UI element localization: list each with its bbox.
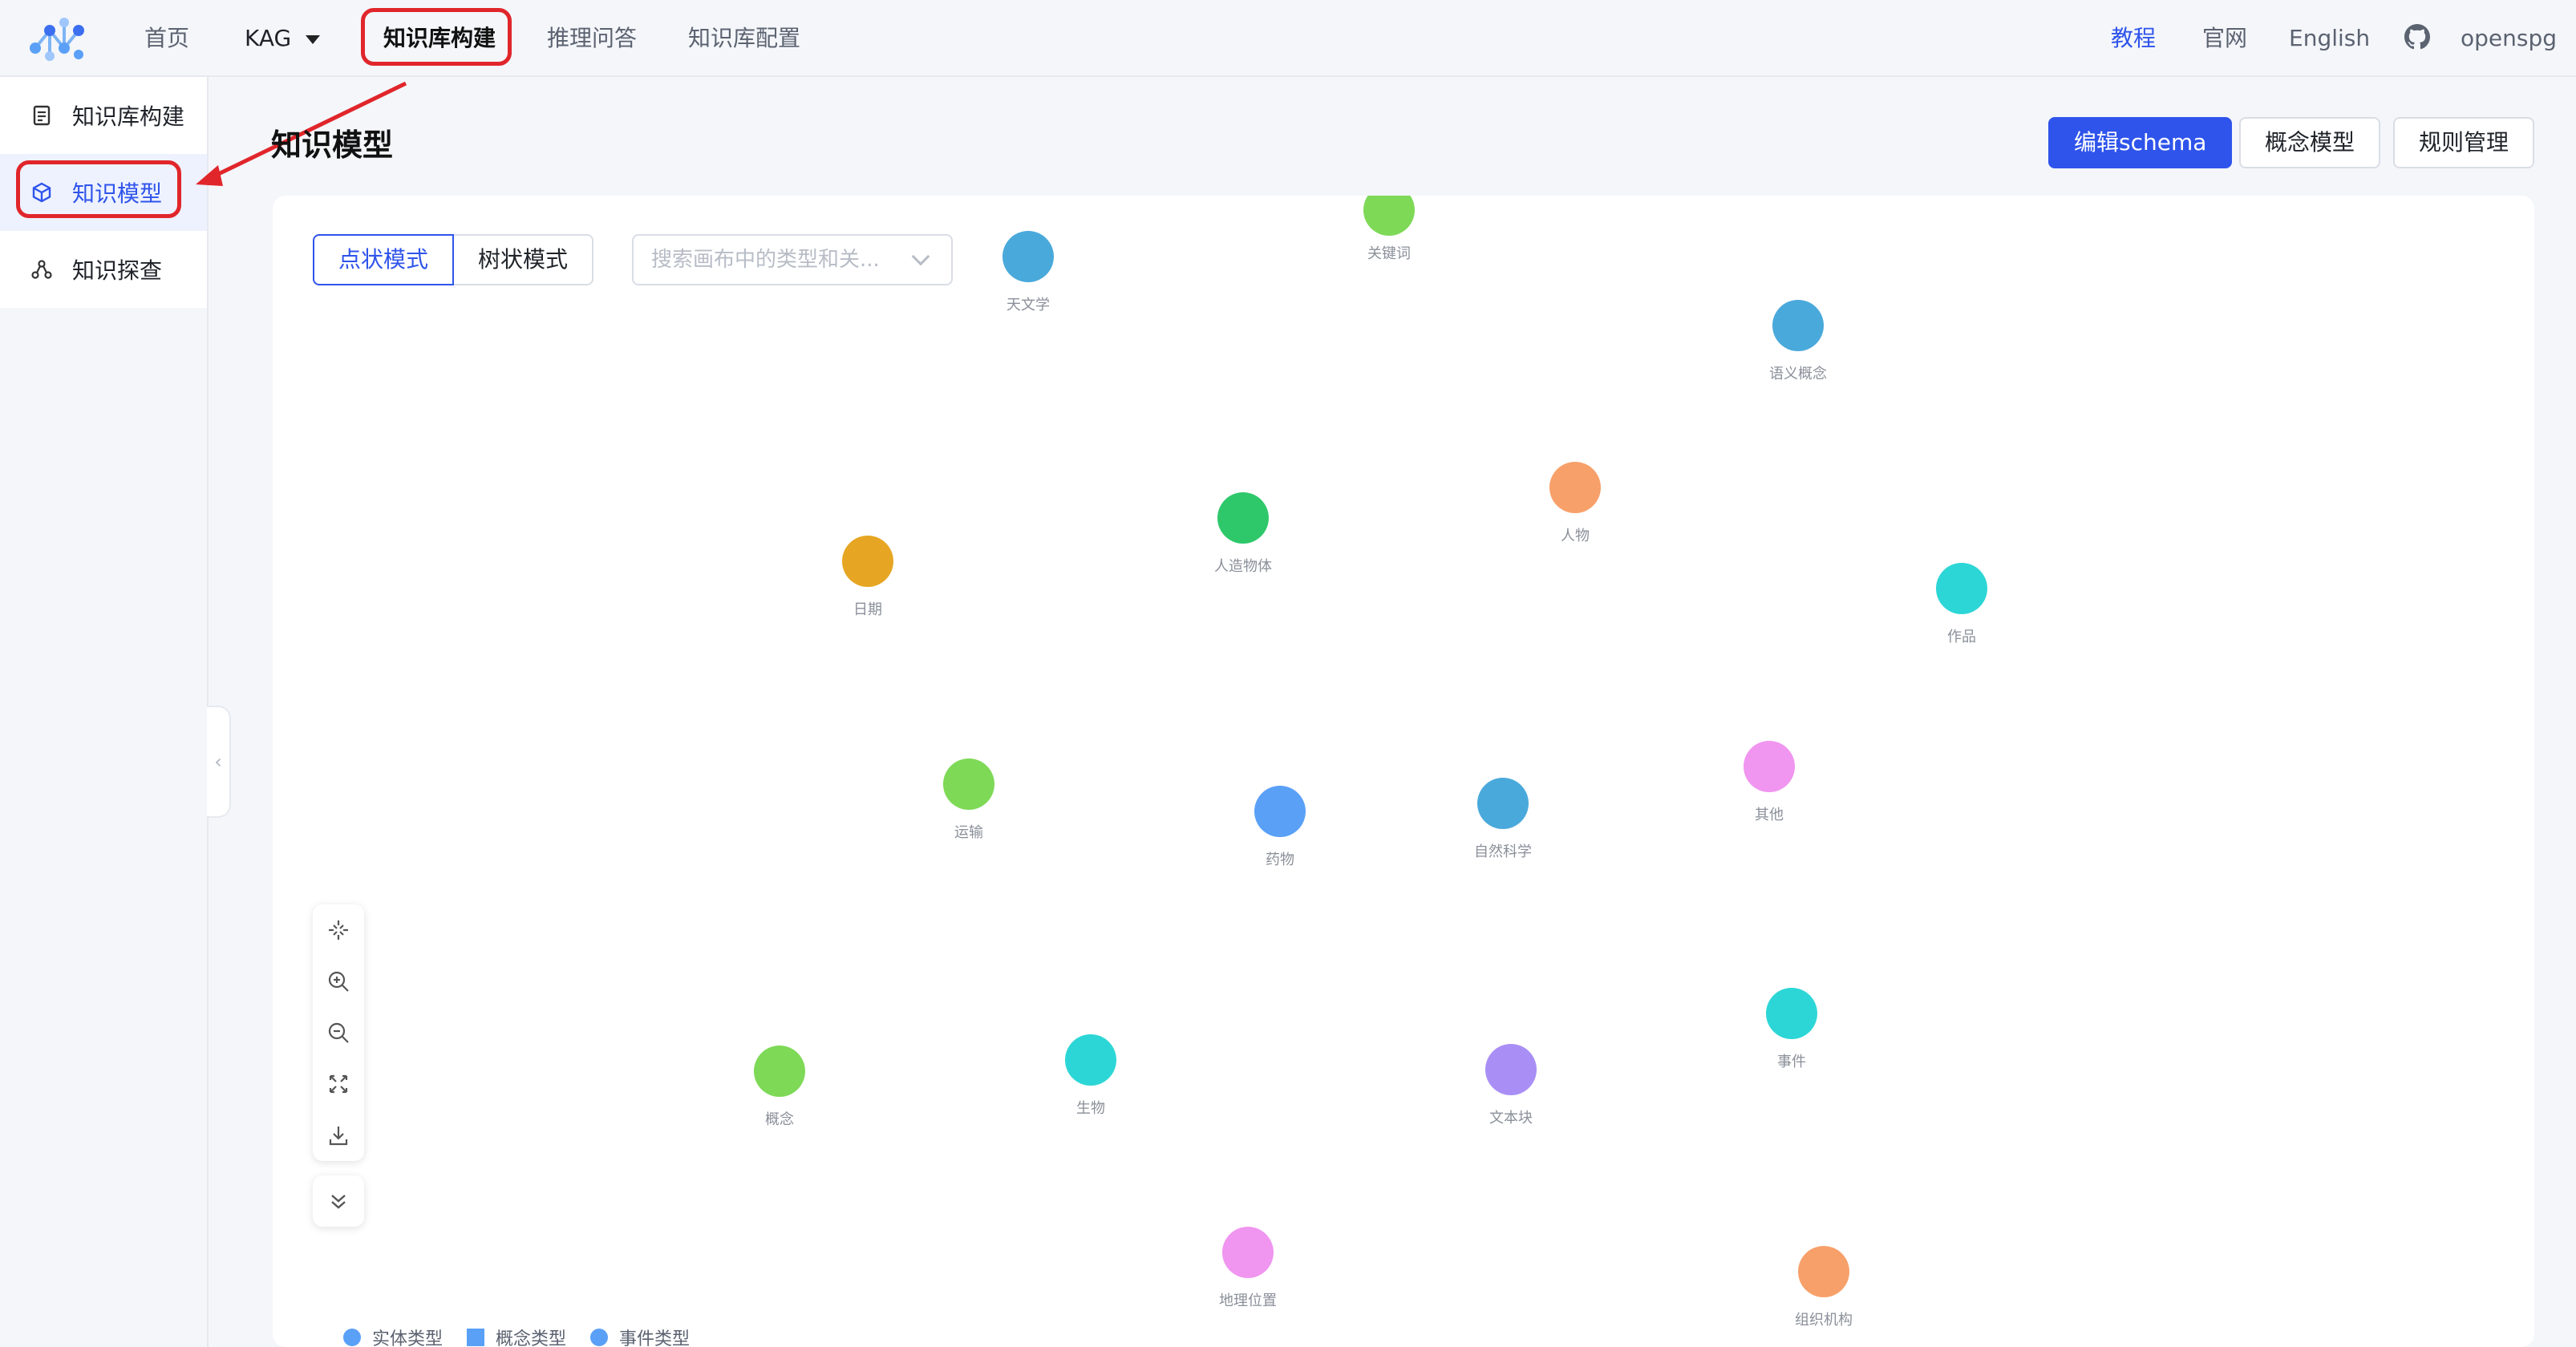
chevron-left-icon: ‹ — [214, 750, 222, 773]
node-label: 人物 — [1561, 528, 1590, 544]
zoom-out-icon[interactable] — [313, 1007, 364, 1058]
node-label: 事件 — [1777, 1054, 1806, 1070]
mode-point-button[interactable]: 点状模式 — [313, 234, 455, 285]
sidebar-item-label: 知识探查 — [72, 257, 163, 284]
node-circle[interactable] — [1798, 1246, 1849, 1297]
annotation-highlight-nav — [361, 8, 512, 66]
nav-official-site[interactable]: 官网 — [2202, 19, 2247, 58]
openspg-logo[interactable] — [26, 8, 93, 69]
node-label: 自然科学 — [1474, 843, 1532, 860]
node-circle[interactable] — [1254, 786, 1306, 837]
node-circle[interactable] — [1222, 1227, 1274, 1278]
node-label: 药物 — [1266, 851, 1294, 868]
node-label: 组织机构 — [1795, 1312, 1853, 1329]
node-label: 天文学 — [1007, 297, 1050, 313]
node-circle[interactable] — [1772, 300, 1824, 351]
sidebar: 知识库构建 知识模型 知识探查 — [0, 77, 209, 1347]
language-switch[interactable]: English — [2289, 19, 2370, 58]
node-label: 人造物体 — [1214, 558, 1272, 575]
canvas-toolbar — [313, 904, 364, 1161]
document-icon — [30, 104, 53, 127]
node-label: 日期 — [853, 601, 882, 618]
caret-down-icon — [306, 34, 321, 44]
node-circle[interactable] — [842, 536, 893, 587]
legend-item-entity: 实体类型 — [343, 1325, 443, 1347]
node-label: 地理位置 — [1219, 1292, 1277, 1309]
sidebar-item-kb-build[interactable]: 知识库构建 — [0, 77, 207, 154]
nav-tutorial[interactable]: 教程 — [2111, 19, 2156, 58]
legend-label: 事件类型 — [619, 1329, 691, 1347]
legend-swatch — [467, 1329, 485, 1346]
fit-view-icon[interactable] — [313, 904, 364, 956]
annotation-highlight-sidebar — [16, 160, 181, 218]
legend-item-concept: 概念类型 — [467, 1325, 566, 1347]
node-circle[interactable] — [1363, 196, 1415, 236]
legend-swatch — [590, 1329, 609, 1346]
node-label: 作品 — [1947, 629, 1976, 645]
graph-nodes-icon — [30, 258, 53, 281]
node-label: 文本块 — [1489, 1110, 1533, 1127]
legend-swatch — [343, 1329, 361, 1346]
nav-kb-config[interactable]: 知识库配置 — [688, 19, 800, 58]
node-circle[interactable] — [1766, 988, 1817, 1039]
node-label: 运输 — [954, 824, 983, 841]
concept-model-button[interactable]: 概念模型 — [2239, 117, 2381, 168]
rule-manage-button[interactable]: 规则管理 — [2393, 117, 2535, 168]
node-circle[interactable] — [943, 758, 994, 810]
expand-down-icon[interactable] — [313, 1175, 364, 1227]
node-circle[interactable] — [1485, 1044, 1537, 1095]
node-circle[interactable] — [1936, 563, 1987, 614]
zoom-in-icon[interactable] — [313, 956, 364, 1007]
node-label: 生物 — [1076, 1100, 1105, 1117]
node-circle[interactable] — [1217, 492, 1269, 544]
view-mode-switch: 点状模式 树状模式 — [313, 234, 594, 285]
github-username[interactable]: openspg — [2461, 19, 2557, 58]
project-selector[interactable]: KAG — [245, 19, 321, 58]
fullscreen-icon[interactable] — [313, 1058, 364, 1110]
node-label: 关键词 — [1367, 245, 1411, 262]
node-circle[interactable] — [1002, 231, 1054, 282]
legend-label: 概念类型 — [496, 1329, 567, 1347]
schema-graph-canvas[interactable]: 点状模式 树状模式 搜索画布中的类型和关... 关键词 天文学 语义概念 人造物… — [273, 196, 2534, 1347]
sidebar-item-label: 知识库构建 — [72, 103, 185, 130]
sidebar-item-knowledge-explore[interactable]: 知识探查 — [0, 231, 207, 308]
sidebar-collapse-toggle[interactable]: ‹ — [207, 706, 231, 818]
legend-label: 实体类型 — [372, 1329, 444, 1347]
edit-schema-button[interactable]: 编辑schema — [2048, 117, 2233, 168]
node-label: 语义概念 — [1769, 366, 1827, 382]
node-circle[interactable] — [1477, 778, 1529, 829]
node-label: 其他 — [1755, 807, 1784, 823]
node-circle[interactable] — [1549, 462, 1601, 513]
project-selector-label: KAG — [245, 25, 292, 51]
canvas-search-select[interactable]: 搜索画布中的类型和关... — [632, 234, 953, 285]
legend-item-event: 事件类型 — [590, 1325, 690, 1347]
node-label: 概念 — [765, 1111, 794, 1128]
graph-legend: 实体类型 概念类型 事件类型 — [343, 1325, 690, 1347]
node-circle[interactable] — [1065, 1034, 1116, 1086]
node-circle[interactable] — [1744, 741, 1795, 792]
mode-tree-button[interactable]: 树状模式 — [454, 234, 594, 285]
node-circle[interactable] — [754, 1046, 805, 1097]
download-icon[interactable] — [313, 1110, 364, 1161]
page-title: 知识模型 — [271, 127, 394, 163]
nav-home[interactable]: 首页 — [144, 19, 189, 58]
github-icon[interactable] — [2404, 24, 2430, 50]
nav-reasoning-qa[interactable]: 推理问答 — [547, 19, 637, 58]
